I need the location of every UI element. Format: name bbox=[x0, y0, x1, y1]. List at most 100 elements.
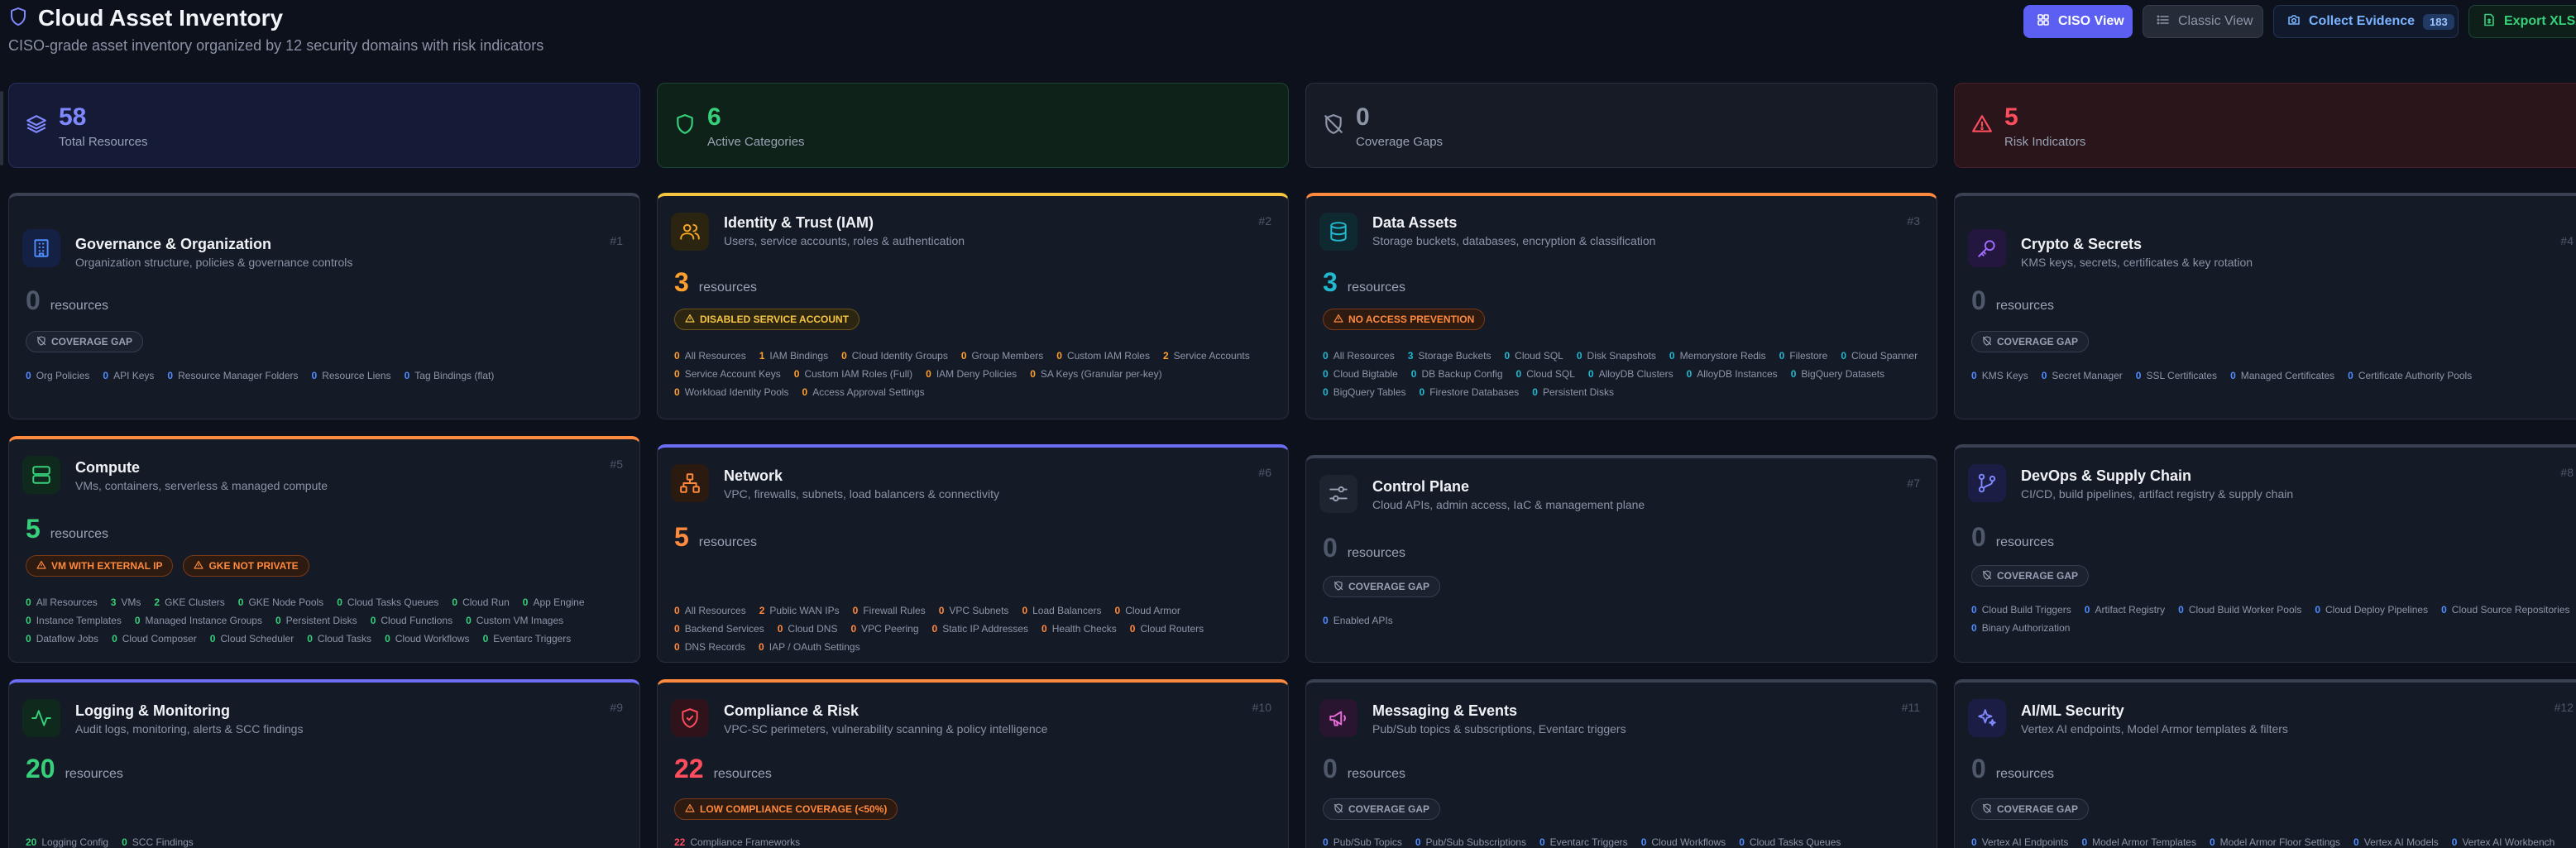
resource-type-item[interactable]: 0 Instance Templates bbox=[26, 615, 122, 626]
category-card-network[interactable]: Network VPC, firewalls, subnets, load ba… bbox=[657, 444, 1289, 663]
category-card-data-assets[interactable]: Data Assets Storage buckets, databases, … bbox=[1305, 193, 1937, 419]
resource-type-item[interactable]: 0 Vertex AI Endpoints bbox=[1971, 836, 2068, 848]
category-card-identity[interactable]: Identity & Trust (IAM) Users, service ac… bbox=[657, 193, 1289, 419]
resource-type-item[interactable]: 0 Eventarc Triggers bbox=[1539, 836, 1628, 848]
category-card-ai-ml[interactable]: AI/ML Security Vertex AI endpoints, Mode… bbox=[1954, 679, 2576, 848]
collect-evidence-button[interactable]: Collect Evidence 183 bbox=[2273, 5, 2459, 38]
resource-type-item[interactable]: 0 Certificate Authority Pools bbox=[2348, 370, 2472, 381]
resource-type-item[interactable]: 3 VMs bbox=[111, 596, 141, 608]
resource-type-item[interactable]: 0 SSL Certificates bbox=[2136, 370, 2217, 381]
resource-type-item[interactable]: 0 VPC Subnets bbox=[939, 605, 1009, 616]
resource-type-item[interactable]: 0 Secret Manager bbox=[2042, 370, 2123, 381]
resource-type-item[interactable]: 0 Health Checks bbox=[1041, 623, 1117, 635]
resource-type-item[interactable]: 0 BigQuery Tables bbox=[1323, 386, 1406, 398]
resource-type-item[interactable]: 0 Cloud Tasks Queues bbox=[337, 596, 438, 608]
resource-type-item[interactable]: 0 Model Armor Templates bbox=[2081, 836, 2196, 848]
resource-type-item[interactable]: 0 GKE Node Pools bbox=[238, 596, 323, 608]
resource-type-item[interactable]: 0 Resource Manager Folders bbox=[167, 370, 298, 381]
resource-type-item[interactable]: 0 Cloud Identity Groups bbox=[841, 350, 948, 362]
resource-type-item[interactable]: 0 Vertex AI Workbench bbox=[2452, 836, 2555, 848]
resource-type-item[interactable]: 0 Cloud Functions bbox=[371, 615, 452, 626]
category-card-compliance[interactable]: Compliance & Risk VPC-SC perimeters, vul… bbox=[657, 679, 1289, 848]
category-card-crypto[interactable]: Crypto & Secrets KMS keys, secrets, cert… bbox=[1954, 193, 2576, 419]
resource-type-item[interactable]: 0 Cloud Bigtable bbox=[1323, 368, 1398, 380]
resource-type-item[interactable]: 0 All Resources bbox=[26, 596, 98, 608]
ciso-view-button[interactable]: CISO View bbox=[2023, 5, 2133, 38]
resource-type-item[interactable]: 0 Static IP Addresses bbox=[932, 623, 1029, 635]
category-card-devops[interactable]: DevOps & Supply Chain CI/CD, build pipel… bbox=[1954, 444, 2576, 663]
resource-type-item[interactable]: 0 All Resources bbox=[1323, 350, 1395, 362]
export-xlsx-button[interactable]: Export XLSX bbox=[2468, 5, 2576, 38]
resource-type-item[interactable]: 0 Cloud SQL bbox=[1516, 368, 1575, 380]
resource-type-item[interactable]: 0 Managed Certificates bbox=[2230, 370, 2334, 381]
category-card-messaging[interactable]: Messaging & Events Pub/Sub topics & subs… bbox=[1305, 679, 1937, 848]
resource-type-item[interactable]: 0 Persistent Disks bbox=[1532, 386, 1614, 398]
category-card-control-plane[interactable]: Control Plane Cloud APIs, admin access, … bbox=[1305, 455, 1937, 663]
resource-type-item[interactable]: 0 Cloud Source Repositories bbox=[2441, 604, 2569, 616]
resource-type-item[interactable]: 0 Persistent Disks bbox=[275, 615, 357, 626]
resource-type-item[interactable]: 0 Tag Bindings (flat) bbox=[405, 370, 495, 381]
resource-type-item[interactable]: 0 Managed Instance Groups bbox=[135, 615, 262, 626]
resource-type-item[interactable]: 0 Filestore bbox=[1779, 350, 1828, 362]
resource-type-item[interactable]: 2 Public WAN IPs bbox=[759, 605, 840, 616]
resource-type-item[interactable]: 0 VPC Peering bbox=[850, 623, 918, 635]
resource-type-item[interactable]: 0 DNS Records bbox=[674, 641, 745, 653]
resource-type-item[interactable]: 0 Model Armor Floor Settings bbox=[2210, 836, 2340, 848]
resource-type-item[interactable]: 0 Cloud Run bbox=[452, 596, 509, 608]
resource-type-item[interactable]: 0 Firestore Databases bbox=[1420, 386, 1520, 398]
resource-type-item[interactable]: 0 All Resources bbox=[674, 605, 746, 616]
resource-type-item[interactable]: 0 IAP / OAuth Settings bbox=[759, 641, 860, 653]
resource-type-item[interactable]: 0 Cloud Scheduler bbox=[210, 633, 294, 644]
resource-type-item[interactable]: 0 Custom IAM Roles (Full) bbox=[794, 368, 912, 380]
resource-type-item[interactable]: 0 API Keys bbox=[103, 370, 154, 381]
resource-type-item[interactable]: 0 Service Account Keys bbox=[674, 368, 781, 380]
resource-type-item[interactable]: 0 Artifact Registry bbox=[2085, 604, 2165, 616]
resource-type-item[interactable]: 0 Resource Liens bbox=[312, 370, 391, 381]
resource-type-item[interactable]: 0 Pub/Sub Topics bbox=[1323, 836, 1402, 848]
resource-type-item[interactable]: 22 Compliance Frameworks bbox=[674, 836, 800, 848]
resource-type-item[interactable]: 0 Cloud Workflows bbox=[1641, 836, 1726, 848]
resource-type-item[interactable]: 0 Memorystore Redis bbox=[1669, 350, 1766, 362]
resource-type-item[interactable]: 0 Cloud Build Worker Pools bbox=[2178, 604, 2301, 616]
resource-type-item[interactable]: 0 AlloyDB Clusters bbox=[1588, 368, 1673, 380]
resource-type-item[interactable]: 0 Backend Services bbox=[674, 623, 764, 635]
resource-type-item[interactable]: 0 Cloud Tasks bbox=[307, 633, 371, 644]
category-card-compute[interactable]: Compute VMs, containers, serverless & ma… bbox=[8, 436, 640, 663]
resource-type-item[interactable]: 1 IAM Bindings bbox=[759, 350, 828, 362]
resource-type-item[interactable]: 0 Cloud Routers bbox=[1130, 623, 1204, 635]
resource-type-item[interactable]: 0 Binary Authorization bbox=[1971, 622, 2070, 634]
resource-type-item[interactable]: 0 Cloud DNS bbox=[778, 623, 838, 635]
resource-type-item[interactable]: 0 Cloud Armor bbox=[1115, 605, 1180, 616]
resource-type-item[interactable]: 0 SA Keys (Granular per-key) bbox=[1030, 368, 1161, 380]
resource-type-item[interactable]: 0 Vertex AI Models bbox=[2353, 836, 2439, 848]
resource-type-item[interactable]: 0 All Resources bbox=[674, 350, 746, 362]
resource-type-item[interactable]: 2 Service Accounts bbox=[1163, 350, 1250, 362]
resource-type-item[interactable]: 0 Cloud Build Triggers bbox=[1971, 604, 2071, 616]
classic-view-button[interactable]: Classic View bbox=[2143, 5, 2263, 38]
resource-type-item[interactable]: 0 Cloud Spanner bbox=[1841, 350, 1918, 362]
resource-type-item[interactable]: 0 Firewall Rules bbox=[853, 605, 926, 616]
resource-type-item[interactable]: 0 KMS Keys bbox=[1971, 370, 2028, 381]
resource-type-item[interactable]: 0 Org Policies bbox=[26, 370, 89, 381]
resource-type-item[interactable]: 0 Access Approval Settings bbox=[802, 386, 925, 398]
resource-type-item[interactable]: 0 Eventarc Triggers bbox=[483, 633, 572, 644]
resource-type-item[interactable]: 2 GKE Clusters bbox=[154, 596, 224, 608]
resource-type-item[interactable]: 0 App Engine bbox=[523, 596, 585, 608]
category-card-governance[interactable]: Governance & Organization Organization s… bbox=[8, 193, 640, 419]
resource-type-item[interactable]: 0 Cloud SQL bbox=[1504, 350, 1563, 362]
resource-type-item[interactable]: 0 Group Members bbox=[961, 350, 1043, 362]
resource-type-item[interactable]: 0 IAM Deny Policies bbox=[926, 368, 1017, 380]
resource-type-item[interactable]: 0 Workload Identity Pools bbox=[674, 386, 789, 398]
resource-type-item[interactable]: 0 SCC Findings bbox=[122, 836, 194, 848]
resource-type-item[interactable]: 0 Custom VM Images bbox=[466, 615, 563, 626]
resource-type-item[interactable]: 0 Load Balancers bbox=[1022, 605, 1101, 616]
resource-type-item[interactable]: 0 AlloyDB Instances bbox=[1687, 368, 1778, 380]
resource-type-item[interactable]: 0 DB Backup Config bbox=[1411, 368, 1503, 380]
resource-type-item[interactable]: 0 Cloud Deploy Pipelines bbox=[2315, 604, 2428, 616]
resource-type-item[interactable]: 0 Custom IAM Roles bbox=[1056, 350, 1150, 362]
resource-type-item[interactable]: 3 Storage Buckets bbox=[1408, 350, 1491, 362]
resource-type-item[interactable]: 0 Cloud Composer bbox=[112, 633, 197, 644]
resource-type-item[interactable]: 0 BigQuery Datasets bbox=[1791, 368, 1884, 380]
resource-type-item[interactable]: 0 Cloud Tasks Queues bbox=[1739, 836, 1841, 848]
resource-type-item[interactable]: 0 Pub/Sub Subscriptions bbox=[1415, 836, 1526, 848]
